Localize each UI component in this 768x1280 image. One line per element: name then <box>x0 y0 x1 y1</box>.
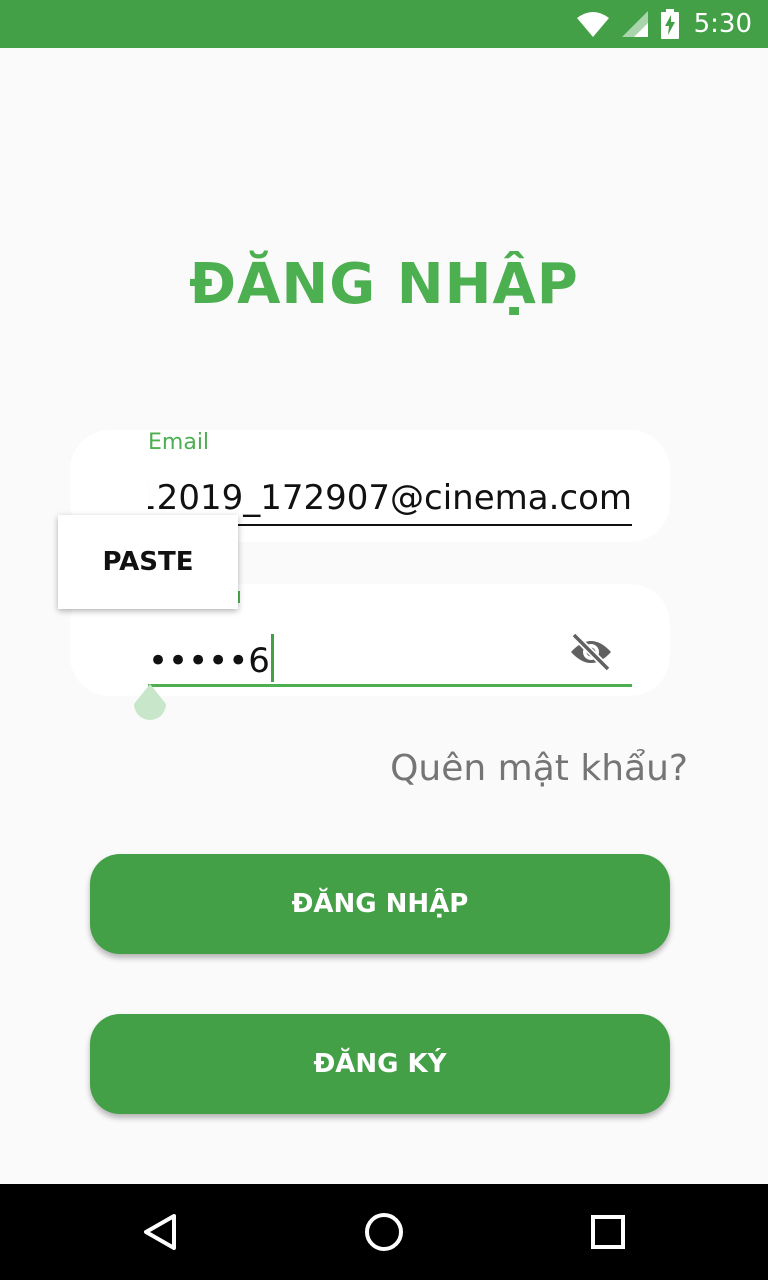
paste-popup[interactable]: PASTE <box>58 515 238 609</box>
status-bar: 5:30 <box>0 0 768 48</box>
recents-icon[interactable] <box>586 1210 630 1254</box>
email-label: Email <box>148 430 210 455</box>
back-icon[interactable] <box>138 1210 182 1254</box>
text-cursor <box>270 634 274 682</box>
eye-off-icon[interactable] <box>568 632 614 672</box>
login-button[interactable]: ĐĂNG NHẬP <box>90 854 670 954</box>
wifi-icon <box>576 12 609 37</box>
forgot-password-link[interactable]: Quên mật khẩu? <box>390 748 688 789</box>
password-input[interactable]: •••••6 <box>148 624 632 687</box>
email-value: 012019_172907@cinema.com <box>148 478 632 518</box>
register-button[interactable]: ĐĂNG KÝ <box>90 1014 670 1114</box>
status-time: 5:30 <box>693 9 752 39</box>
password-value: •••••6 <box>148 634 274 682</box>
battery-charging-icon <box>660 9 679 39</box>
home-icon[interactable] <box>362 1210 406 1254</box>
paste-button[interactable]: PASTE <box>102 547 193 577</box>
text-selection-handle[interactable] <box>130 684 170 724</box>
status-icons: 5:30 <box>576 0 752 48</box>
page-title: ĐĂNG NHẬP <box>189 252 579 317</box>
navigation-bar <box>0 1184 768 1280</box>
cell-signal-icon <box>621 11 648 37</box>
